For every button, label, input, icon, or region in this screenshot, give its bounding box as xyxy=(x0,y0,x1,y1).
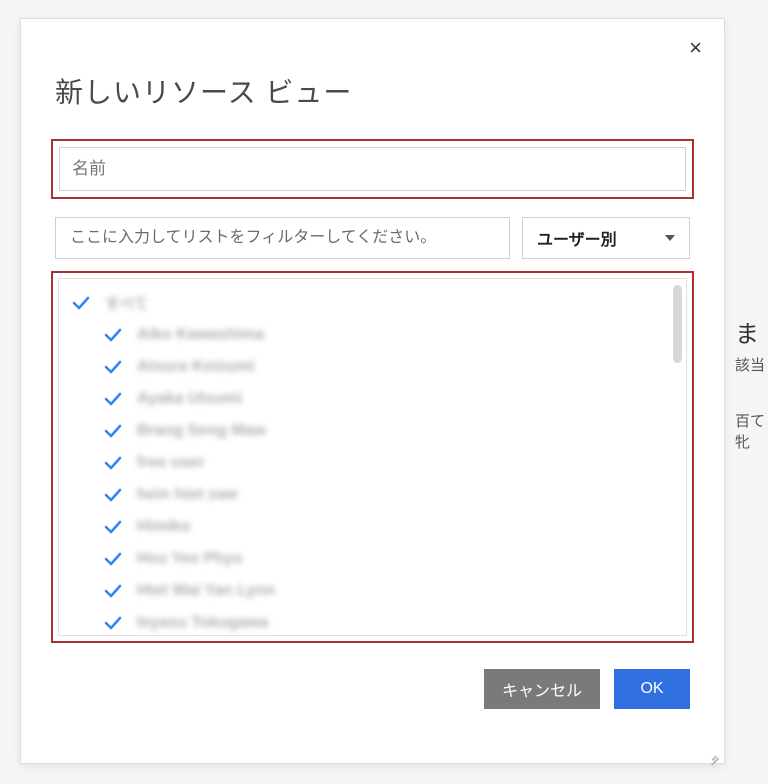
list-item-label: Brang Seng Maw xyxy=(137,422,266,440)
checkbox-checked-icon[interactable] xyxy=(103,421,123,441)
checkbox-checked-icon[interactable] xyxy=(103,389,123,409)
checkbox-checked-icon[interactable] xyxy=(103,581,123,601)
name-field-highlight xyxy=(51,139,694,199)
list-item[interactable]: Himiko xyxy=(59,511,686,543)
background-text-3: 百て牝 xyxy=(735,410,768,452)
list-item[interactable]: Ayaka Utsumi xyxy=(59,383,686,415)
list-item-label: すべて xyxy=(105,293,148,314)
list-item-label: hein htet zaw xyxy=(137,486,237,504)
list-item[interactable]: free user xyxy=(59,447,686,479)
checkbox-checked-icon[interactable] xyxy=(103,357,123,377)
list-item-label: free user xyxy=(137,454,205,472)
list-item-label: Atsura Koizumi xyxy=(137,358,254,376)
new-resource-view-dialog: × 新しいリソース ビュー ユーザー別 すべて Aiko Kawashima xyxy=(20,18,725,764)
resize-grip-icon[interactable] xyxy=(706,745,720,759)
list-item[interactable]: Aiko Kawashima xyxy=(59,319,686,351)
user-list[interactable]: すべて Aiko Kawashima Atsura Koizumi Ayaka … xyxy=(58,278,687,636)
background-text-1: ま xyxy=(735,314,759,349)
checkbox-checked-icon[interactable] xyxy=(103,549,123,569)
list-item-label: Htet Wai Yan Lynn xyxy=(137,582,275,600)
checkbox-checked-icon[interactable] xyxy=(103,453,123,473)
list-item-all[interactable]: すべて xyxy=(59,287,686,319)
checkbox-checked-icon[interactable] xyxy=(103,613,123,633)
ok-button[interactable]: OK xyxy=(614,669,690,709)
close-button[interactable]: × xyxy=(689,37,702,59)
user-list-highlight: すべて Aiko Kawashima Atsura Koizumi Ayaka … xyxy=(51,271,694,643)
checkbox-checked-icon[interactable] xyxy=(103,517,123,537)
list-item[interactable]: Ieyasu Tokugawa xyxy=(59,607,686,636)
group-by-selected-label: ユーザー別 xyxy=(537,226,617,250)
list-item[interactable]: Htet Wai Yan Lynn xyxy=(59,575,686,607)
checkbox-checked-icon[interactable] xyxy=(71,293,91,313)
group-by-select[interactable]: ユーザー別 xyxy=(522,217,690,259)
dialog-footer: キャンセル OK xyxy=(21,661,724,709)
list-item-label: Aiko Kawashima xyxy=(137,326,264,344)
list-item-label: Ayaka Utsumi xyxy=(137,390,242,408)
checkbox-checked-icon[interactable] xyxy=(103,485,123,505)
scrollbar-thumb[interactable] xyxy=(673,285,682,363)
list-item[interactable]: Atsura Koizumi xyxy=(59,351,686,383)
filter-input[interactable] xyxy=(55,217,510,259)
list-item[interactable]: hein htet zaw xyxy=(59,479,686,511)
list-item[interactable]: Brang Seng Maw xyxy=(59,415,686,447)
list-item-label: Hsu Yee Phyo xyxy=(137,550,243,568)
close-icon: × xyxy=(689,35,702,60)
list-item-label: Himiko xyxy=(137,518,190,536)
cancel-button[interactable]: キャンセル xyxy=(484,669,600,709)
name-input[interactable] xyxy=(59,147,686,191)
dialog-title: 新しいリソース ビュー xyxy=(21,19,724,139)
background-text-2: 該当 xyxy=(735,354,765,375)
filter-row: ユーザー別 xyxy=(55,217,690,259)
checkbox-checked-icon[interactable] xyxy=(103,325,123,345)
chevron-down-icon xyxy=(665,235,675,241)
list-item-label: Ieyasu Tokugawa xyxy=(137,614,268,632)
list-item[interactable]: Hsu Yee Phyo xyxy=(59,543,686,575)
